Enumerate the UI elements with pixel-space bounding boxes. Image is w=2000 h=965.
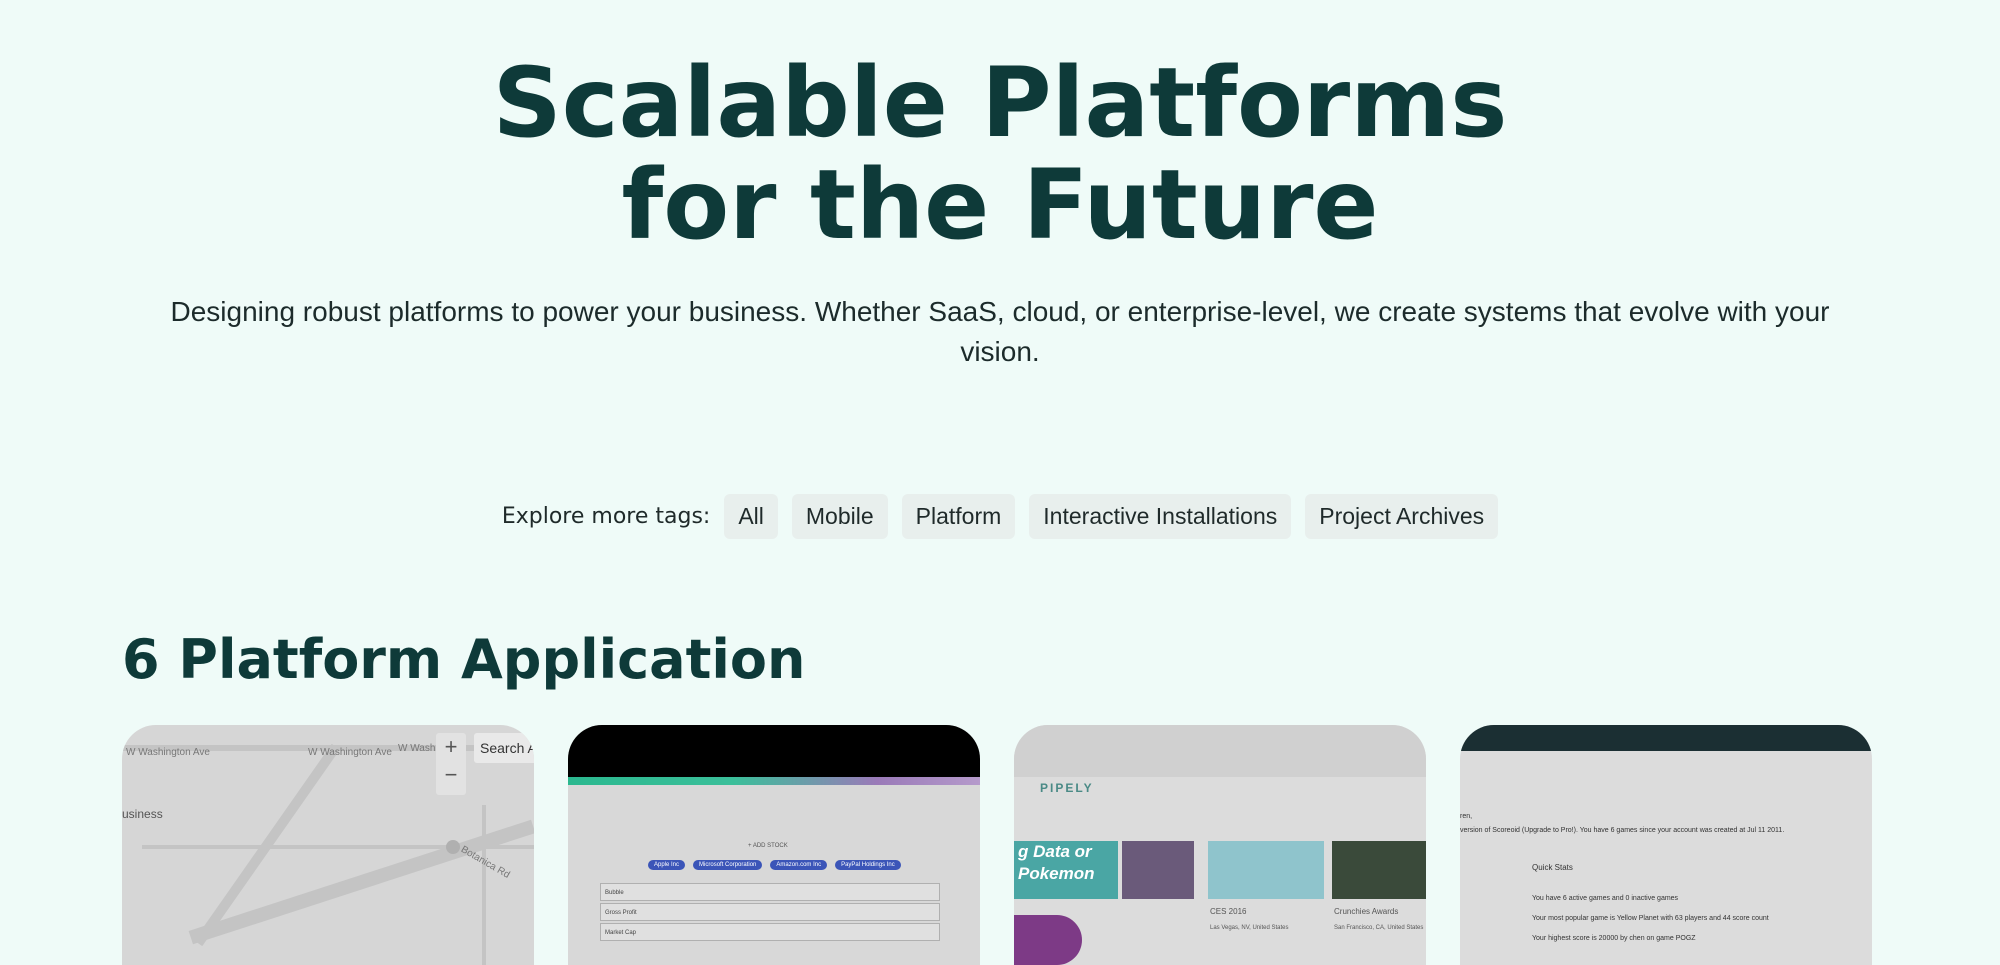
project-card-scoreoid[interactable]: ren, version of Scoreoid (Upgrade to Pro… [1460, 725, 1872, 965]
event-location: San Francisco, CA, United States [1334, 925, 1424, 931]
project-card-list: W Washington Ave W Washington Ave W Wash… [122, 725, 1872, 965]
map-search-box[interactable]: Search A [474, 733, 534, 763]
hero-title-line-1: Scalable Platforms [492, 47, 1508, 159]
hero-title: Scalable Platforms for the Future [0, 52, 2000, 256]
quick-stat: You have 6 active games and 0 inactive g… [1532, 895, 1679, 902]
zoom-in-icon[interactable]: + [436, 733, 466, 761]
stock-chip: Apple Inc [648, 860, 686, 870]
event-title: CES 2016 [1210, 907, 1247, 916]
map-zoom-control[interactable]: + − [436, 733, 466, 795]
tag-filter-bar: Explore more tags: All Mobile Platform I… [0, 494, 2000, 539]
dashboard-select-row: Bubble [600, 883, 940, 901]
scoreoid-greeting: ren, [1460, 813, 1473, 820]
gamepad-icon [1014, 915, 1082, 965]
dashboard-select-row: Market Cap [600, 923, 940, 941]
add-stock-button: + ADD STOCK [748, 843, 788, 849]
scoreoid-header [1460, 725, 1872, 751]
dashboard-gradient-stripe [568, 777, 980, 785]
pipely-logo: PIPELY [1040, 781, 1094, 795]
map-business-label: usiness [122, 807, 163, 821]
tag-interactive-installations[interactable]: Interactive Installations [1029, 494, 1292, 539]
event-location: Las Vegas, NV, United States [1210, 925, 1289, 931]
event-title: Crunchies Awards [1334, 907, 1399, 916]
quick-stats-heading: Quick Stats [1532, 863, 1573, 872]
section-title: 6 Platform Application [122, 628, 806, 691]
project-card-dashboard[interactable]: + ADD STOCK Apple Inc Microsoft Corporat… [568, 725, 980, 965]
zoom-out-icon[interactable]: − [436, 761, 466, 789]
browser-chrome [1014, 725, 1426, 777]
stock-chip-list: Apple Inc Microsoft Corporation Amazon.c… [648, 860, 901, 870]
event-thumbnail [1332, 841, 1426, 899]
scoreoid-version-text: version of Scoreoid (Upgrade to Pro!). Y… [1460, 827, 1785, 834]
map-street-label: W Washington Ave [126, 747, 210, 758]
quick-stat: Your most popular game is Yellow Planet … [1532, 915, 1769, 922]
tag-mobile[interactable]: Mobile [791, 494, 888, 539]
event-thumbnail [1122, 841, 1194, 899]
dashboard-select-row: Gross Profit [600, 903, 940, 921]
tag-project-archives[interactable]: Project Archives [1305, 494, 1499, 539]
tag-platform[interactable]: Platform [901, 494, 1016, 539]
event-thumbnail [1208, 841, 1324, 899]
map-road [482, 805, 486, 965]
hero-subtitle: Designing robust platforms to power your… [170, 296, 1830, 367]
stock-chip: PayPal Holdings Inc [835, 860, 901, 870]
stock-chip: Microsoft Corporation [693, 860, 763, 870]
project-card-pipely[interactable]: PIPELY g Data or Pokemon CES 2016 Las Ve… [1014, 725, 1426, 965]
pipely-hero-banner: g Data or Pokemon [1014, 841, 1118, 899]
map-street-label: W Washington Ave [308, 747, 392, 758]
project-card-map[interactable]: W Washington Ave W Washington Ave W Wash… [122, 725, 534, 965]
map-pin-icon [446, 840, 460, 854]
map-road [142, 845, 534, 849]
stock-chip: Amazon.com Inc [770, 860, 828, 870]
tag-all[interactable]: All [724, 494, 778, 539]
tags-label: Explore more tags: [501, 504, 711, 529]
dashboard-topbar [568, 725, 980, 777]
quick-stat: Your highest score is 20000 by chen on g… [1532, 935, 1696, 942]
hero-title-line-2: for the Future [621, 149, 1379, 261]
